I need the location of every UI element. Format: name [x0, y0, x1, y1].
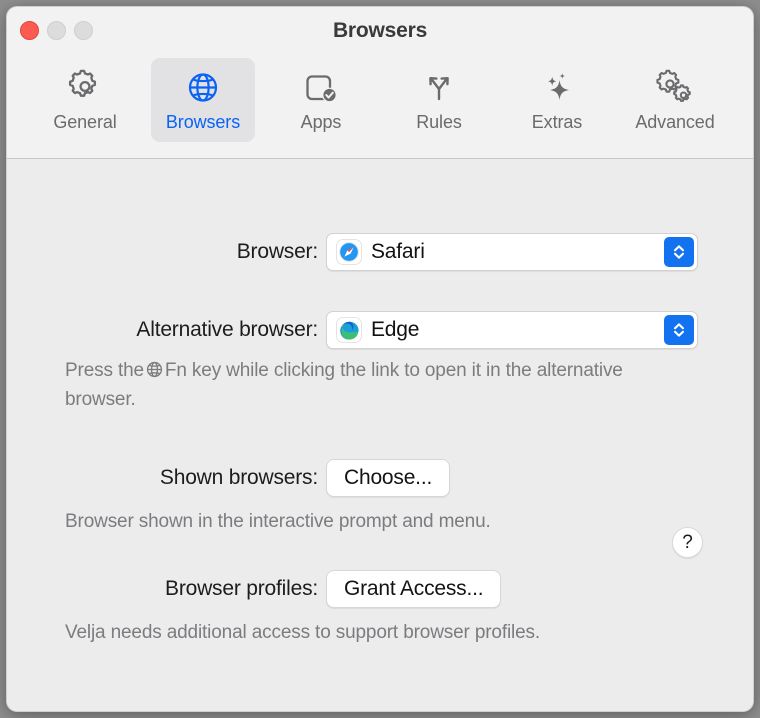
sparkles-icon: [537, 67, 577, 109]
alternative-browser-value: Edge: [371, 318, 419, 342]
tab-advanced-label: Advanced: [635, 112, 714, 133]
tab-apps[interactable]: Apps: [269, 58, 373, 142]
browser-row: Browser: Safari: [7, 233, 753, 271]
tab-advanced[interactable]: Advanced: [623, 58, 727, 142]
tab-rules-label: Rules: [416, 112, 462, 133]
preferences-content: Browser: Safari: [7, 159, 753, 711]
edge-icon: [336, 317, 362, 343]
alternative-browser-help-button[interactable]: ?: [672, 527, 703, 558]
fork-arrow-icon: [419, 67, 459, 109]
choose-button[interactable]: Choose...: [326, 459, 450, 497]
alternative-browser-stepper-icon[interactable]: [664, 315, 694, 345]
tab-general-label: General: [53, 112, 116, 133]
browser-profiles-hint: Velja needs additional access to support…: [65, 620, 705, 646]
gear-icon: [65, 67, 105, 109]
alternative-browser-label: Alternative browser:: [7, 318, 318, 342]
question-mark-icon: ?: [682, 532, 693, 554]
tab-extras[interactable]: Extras: [505, 58, 609, 142]
grant-access-button[interactable]: Grant Access...: [326, 570, 501, 608]
browser-profiles-label: Browser profiles:: [7, 577, 318, 601]
browser-value: Safari: [371, 240, 425, 264]
shown-browsers-row: Shown browsers: Choose...: [7, 459, 753, 497]
tab-extras-label: Extras: [532, 112, 582, 133]
tab-apps-label: Apps: [301, 112, 342, 133]
preferences-window: Browsers General: [6, 6, 754, 712]
alternative-browser-popup-button[interactable]: Edge: [326, 311, 698, 349]
alternative-browser-row: Alternative browser: Edge: [7, 311, 753, 349]
alternative-browser-hint: Press the Fn key while clicking the link…: [65, 358, 645, 413]
app-check-icon: [301, 67, 341, 109]
hint-text-before: Press the: [65, 360, 144, 381]
tab-browsers-label: Browsers: [166, 112, 240, 133]
toolbar-tabs: General Browsers: [7, 58, 753, 142]
tab-general[interactable]: General: [33, 58, 137, 142]
browser-stepper-icon[interactable]: [664, 237, 694, 267]
tab-browsers[interactable]: Browsers: [151, 58, 255, 142]
safari-icon: [336, 239, 362, 265]
globe-icon: [183, 67, 223, 109]
window-toolbar: Browsers General: [7, 7, 753, 159]
shown-browsers-label: Shown browsers:: [7, 466, 318, 490]
globe-key-icon: [145, 360, 164, 387]
browser-popup-button[interactable]: Safari: [326, 233, 698, 271]
shown-browsers-hint: Browser shown in the interactive prompt …: [65, 509, 665, 535]
browser-profiles-row: Browser profiles: Grant Access...: [7, 570, 753, 608]
browser-label: Browser:: [7, 240, 318, 264]
gears-icon: [654, 67, 696, 109]
tab-rules[interactable]: Rules: [387, 58, 491, 142]
window-title: Browsers: [7, 19, 753, 43]
